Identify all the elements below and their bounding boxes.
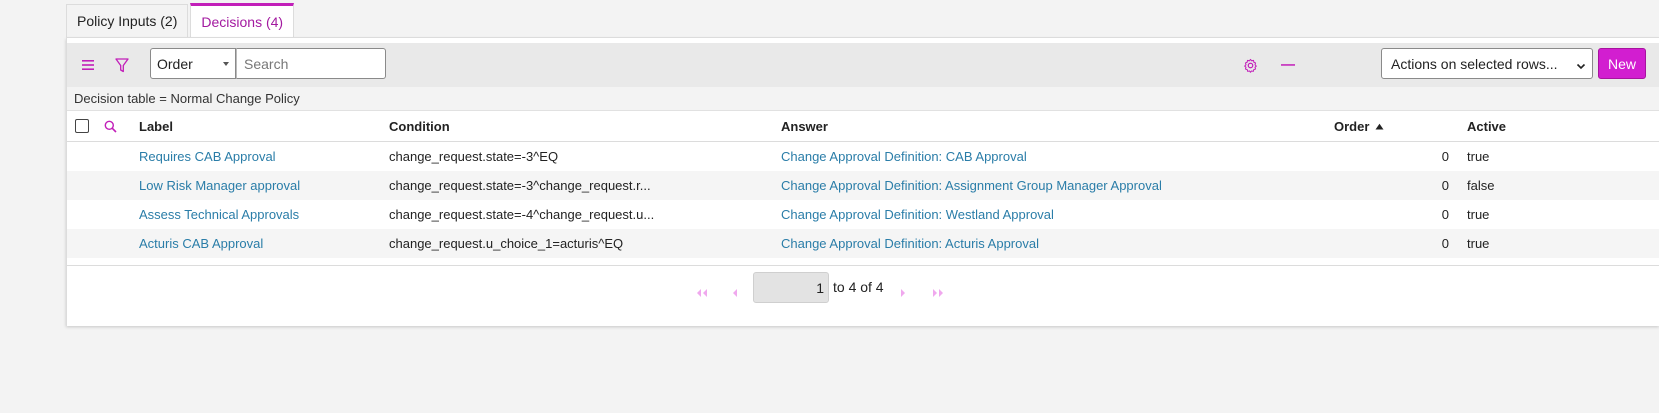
row-order: 0 — [1441, 236, 1449, 251]
sort-ascending-icon — [1375, 123, 1384, 130]
table-row: Low Risk Manager approval change_request… — [67, 171, 1659, 200]
column-header-active[interactable]: Active — [1467, 111, 1506, 142]
row-active: true — [1467, 149, 1490, 164]
page-number-input[interactable] — [753, 272, 829, 303]
column-header-answer[interactable]: Answer — [781, 111, 828, 142]
group-by-select[interactable]: Order — [150, 48, 236, 79]
first-page-icon[interactable] — [695, 285, 709, 301]
row-answer-link[interactable]: Change Approval Definition: CAB Approval — [781, 142, 1027, 171]
tab-decisions[interactable]: Decisions (4) — [190, 3, 295, 38]
next-page-icon[interactable] — [899, 285, 907, 301]
select-all-checkbox[interactable] — [75, 119, 89, 133]
filter-icon[interactable] — [107, 43, 137, 87]
actions-select-value: Actions on selected rows... — [1391, 55, 1558, 72]
table-header-row: Label Condition Answer Order Active — [67, 111, 1659, 142]
gear-icon[interactable] — [1235, 43, 1265, 87]
breadcrumb[interactable]: Decision table = Normal Change Policy — [67, 87, 1659, 111]
search-input[interactable] — [236, 48, 386, 79]
search-columns-icon[interactable] — [104, 111, 117, 142]
caret-down-icon — [223, 62, 229, 66]
pagination-footer: to 4 of 4 — [67, 265, 1659, 326]
row-answer-link[interactable]: Change Approval Definition: Westland App… — [781, 200, 1054, 229]
table-row: Acturis CAB Approval change_request.u_ch… — [67, 229, 1659, 258]
new-button[interactable]: New — [1598, 48, 1646, 79]
row-label-link[interactable]: Acturis CAB Approval — [139, 229, 263, 258]
chevron-down-icon — [1576, 58, 1586, 74]
actions-on-selected-rows-select[interactable]: Actions on selected rows... — [1381, 48, 1593, 79]
row-answer-link[interactable]: Change Approval Definition: Acturis Appr… — [781, 229, 1039, 258]
previous-page-icon[interactable] — [731, 285, 739, 301]
row-active: true — [1467, 236, 1490, 251]
row-order: 0 — [1441, 149, 1449, 164]
table-row: Requires CAB Approval change_request.sta… — [67, 142, 1659, 171]
pagination-range-text: to 4 of 4 — [833, 279, 884, 295]
row-condition: change_request.state=-4^change_request.u… — [389, 207, 655, 222]
table-row: Assess Technical Approvals change_reques… — [67, 200, 1659, 229]
column-header-order-label: Order — [1334, 119, 1370, 134]
last-page-icon[interactable] — [931, 285, 945, 301]
row-order: 0 — [1441, 207, 1449, 222]
row-label-link[interactable]: Requires CAB Approval — [139, 142, 276, 171]
row-order: 0 — [1441, 178, 1449, 193]
related-list-tabs: Policy Inputs (2) Decisions (4) — [66, 3, 296, 38]
breadcrumb-filter-text[interactable]: Decision table = Normal Change Policy — [74, 91, 300, 106]
list-toolbar: Order Actions on selected rows... New — [67, 43, 1659, 87]
collapse-minus-icon[interactable] — [1273, 43, 1303, 87]
row-condition: change_request.state=-3^EQ — [389, 149, 559, 164]
row-condition: change_request.u_choice_1=acturis^EQ — [389, 236, 624, 251]
column-header-condition[interactable]: Condition — [389, 111, 450, 142]
row-answer-link[interactable]: Change Approval Definition: Assignment G… — [781, 171, 1162, 200]
row-label-link[interactable]: Assess Technical Approvals — [139, 200, 299, 229]
group-by-select-value: Order — [157, 55, 193, 72]
tab-policy-inputs[interactable]: Policy Inputs (2) — [66, 4, 189, 37]
row-active: false — [1467, 178, 1495, 193]
hamburger-menu-icon[interactable] — [73, 43, 103, 87]
decisions-list-panel: Order Actions on selected rows... New De… — [66, 37, 1659, 326]
row-label-link[interactable]: Low Risk Manager approval — [139, 171, 300, 200]
column-header-order[interactable]: Order — [1334, 111, 1384, 142]
row-active: true — [1467, 207, 1490, 222]
row-condition: change_request.state=-3^change_request.r… — [389, 178, 651, 193]
column-header-label[interactable]: Label — [139, 111, 173, 142]
